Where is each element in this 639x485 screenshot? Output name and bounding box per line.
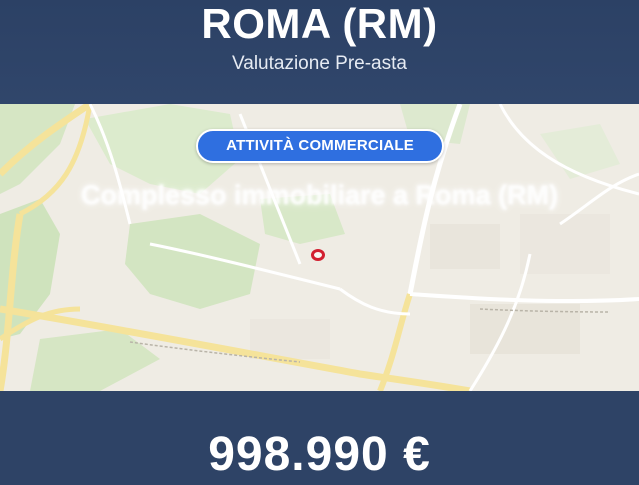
property-title: Complesso immobiliare a Roma (RM) [80, 180, 559, 210]
category-badge[interactable]: ATTIVITÀ COMMERCIALE [196, 129, 444, 163]
price-value: 998.990 € [208, 428, 431, 481]
city-title: ROMA (RM) [201, 0, 438, 47]
valuation-subtitle: Valutazione Pre-asta [232, 53, 407, 74]
header-banner: ROMA (RM) Valutazione Pre-asta [0, 0, 639, 104]
map-pin-icon[interactable] [311, 249, 325, 261]
